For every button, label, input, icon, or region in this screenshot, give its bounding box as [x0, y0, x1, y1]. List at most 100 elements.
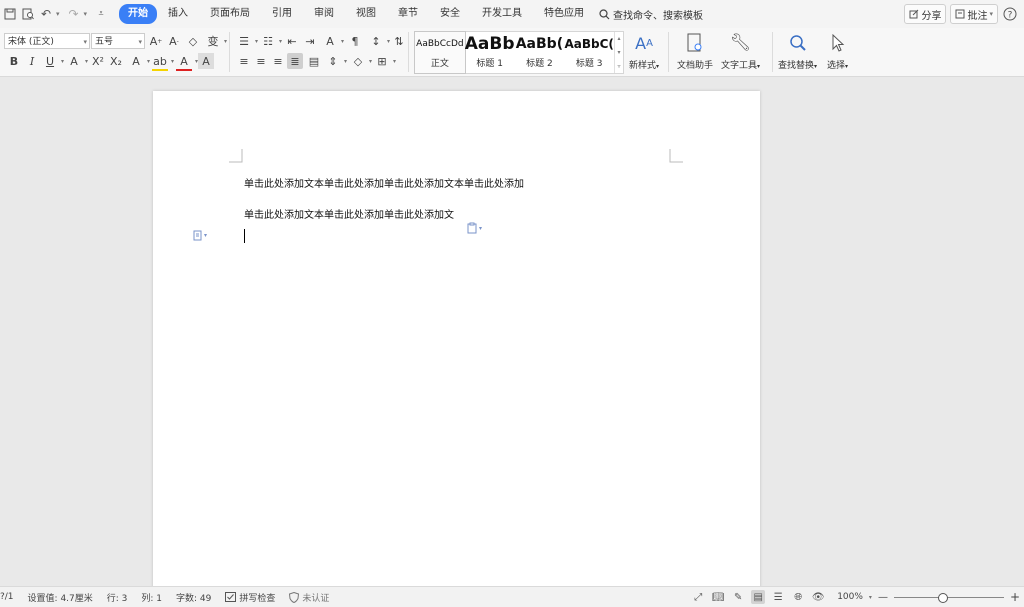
- zoom-level[interactable]: 100%: [837, 592, 863, 602]
- decrease-indent-icon[interactable]: ⇤: [284, 33, 300, 49]
- separator: [668, 32, 669, 72]
- undo-dropdown-icon[interactable]: ▾: [56, 10, 60, 18]
- word-count[interactable]: 字数: 49: [176, 591, 211, 604]
- zoom-slider-knob[interactable]: [938, 593, 949, 603]
- chevron-down-icon[interactable]: ▾: [869, 594, 872, 601]
- style-preview: AaBbC(: [564, 37, 614, 51]
- highlight-icon[interactable]: ab ▾: [152, 53, 174, 71]
- text-tools-button[interactable]: 🔧︎ 文字工具▾: [721, 32, 760, 71]
- pen-icon[interactable]: ✎: [731, 590, 745, 604]
- help-button[interactable]: ?: [1002, 5, 1018, 23]
- distributed-icon[interactable]: ▤: [306, 53, 322, 69]
- tab-security[interactable]: 安全: [429, 4, 471, 24]
- bold-icon[interactable]: B: [6, 53, 22, 69]
- italic-icon[interactable]: I: [24, 53, 40, 69]
- tab-chapter[interactable]: 章节: [387, 4, 429, 24]
- save-icon[interactable]: [2, 6, 18, 22]
- certification-status[interactable]: 未认证: [289, 591, 329, 604]
- paragraph[interactable]: 单击此处添加文本单击此处添加单击此处添加文: [244, 206, 454, 221]
- eye-protection-icon[interactable]: 👁︎: [811, 590, 825, 604]
- sort-icon[interactable]: ⇅: [391, 33, 407, 49]
- redo-dropdown-icon[interactable]: ▾: [84, 10, 88, 18]
- web-view-icon[interactable]: 🌐︎: [791, 590, 805, 604]
- tab-special-apps[interactable]: 特色应用: [533, 4, 595, 24]
- numbered-list-icon[interactable]: ☷ ▾: [260, 33, 282, 49]
- char-border-icon[interactable]: A ▾: [128, 53, 150, 69]
- style-normal[interactable]: AaBbCcDd 正文: [414, 31, 466, 74]
- phonetic-guide-icon[interactable]: 变 ▾: [205, 33, 228, 49]
- borders-icon[interactable]: ⊞ ▾: [374, 53, 396, 69]
- comment-button[interactable]: 批注 ▾: [950, 4, 998, 24]
- spell-check-button[interactable]: 拼写检查: [225, 591, 275, 604]
- superscript-icon[interactable]: X²: [90, 53, 106, 69]
- style-label: 标题 3: [575, 59, 603, 69]
- new-style-button[interactable]: AA 新样式▾: [629, 32, 659, 72]
- paragraph-layout-handle[interactable]: ▾: [193, 230, 207, 241]
- paragraph[interactable]: 单击此处添加文本单击此处添加单击此处添加文本单击此处添加: [244, 175, 524, 190]
- char-shading-icon[interactable]: A: [198, 53, 214, 69]
- style-heading-2[interactable]: AaBb( 标题 2: [515, 32, 565, 73]
- style-label: 标题 1: [476, 59, 503, 69]
- style-gallery-scroll[interactable]: ▴ ▾ ▿: [614, 32, 623, 73]
- style-heading-1[interactable]: AaBb 标题 1: [465, 32, 515, 73]
- tab-home[interactable]: 开始: [119, 4, 158, 24]
- print-preview-icon[interactable]: [20, 6, 36, 22]
- undo-icon[interactable]: ↶: [38, 6, 54, 22]
- customize-qa-icon[interactable]: ⩡: [93, 6, 109, 22]
- paste-options-button[interactable]: ▾: [467, 222, 482, 234]
- grow-font-icon[interactable]: A +: [148, 33, 164, 49]
- line-spacing-icon[interactable]: ↕ ▾: [368, 33, 390, 49]
- tab-view[interactable]: 视图: [345, 4, 387, 24]
- zoom-slider[interactable]: [893, 592, 1004, 603]
- style-heading-3[interactable]: AaBbC( 标题 3: [564, 32, 614, 73]
- font-name-select[interactable]: 宋体 (正文) ▾: [4, 33, 90, 49]
- expand-icon[interactable]: ▿: [618, 63, 621, 70]
- zoom-out-button[interactable]: —: [878, 592, 888, 603]
- align-left-icon[interactable]: ≡: [236, 53, 252, 69]
- chevron-down-icon[interactable]: ▾: [618, 49, 621, 56]
- shrink-font-icon[interactable]: A-: [166, 33, 182, 49]
- clipboard-icon: [467, 222, 477, 234]
- reading-view-icon[interactable]: 📖︎: [711, 590, 725, 604]
- chinese-layout-icon[interactable]: A ▾: [322, 33, 344, 49]
- justify-icon[interactable]: ≣: [287, 53, 303, 69]
- tab-review[interactable]: 审阅: [303, 4, 345, 24]
- subscript-icon[interactable]: X₂: [108, 53, 124, 69]
- tab-developer[interactable]: 开发工具: [471, 4, 533, 24]
- style-preview: AaBbCcDd: [416, 39, 464, 49]
- bullet-list-icon[interactable]: ☰ ▾: [236, 33, 258, 49]
- tab-insert[interactable]: 插入: [157, 4, 199, 24]
- wrench-icon: 🔧︎: [729, 33, 752, 53]
- chevron-up-icon[interactable]: ▴: [618, 35, 621, 42]
- align-center-icon[interactable]: ≡: [253, 53, 269, 69]
- page-indicator[interactable]: ?/1: [0, 592, 14, 602]
- command-search[interactable]: 查找命令、搜索模板: [599, 7, 703, 22]
- page-view-icon[interactable]: ▤: [751, 590, 766, 604]
- underline-icon[interactable]: U ▾: [42, 53, 64, 69]
- new-style-icon: AA: [635, 33, 653, 53]
- row-indicator: 行: 3: [106, 593, 128, 604]
- show-hide-icon[interactable]: ¶: [347, 33, 363, 49]
- zoom-in-button[interactable]: +: [1010, 590, 1020, 604]
- select-button[interactable]: 选择▾: [827, 32, 848, 71]
- outline-view-icon[interactable]: ☰: [771, 590, 785, 604]
- paragraph-spacing-icon[interactable]: ⇕ ▾: [325, 53, 347, 69]
- tab-page-layout[interactable]: 页面布局: [199, 4, 261, 24]
- text-effect-icon[interactable]: A ▾: [66, 53, 88, 69]
- shading-icon[interactable]: ◇ ▾: [350, 53, 372, 69]
- doc-helper-button[interactable]: 文档助手: [677, 32, 713, 71]
- font-color-icon[interactable]: A ▾: [176, 53, 198, 71]
- clear-format-icon[interactable]: ◇: [185, 33, 201, 49]
- font-size-select[interactable]: 五号 ▾: [91, 33, 145, 49]
- tab-references[interactable]: 引用: [261, 4, 303, 24]
- style-label: 正文: [430, 59, 449, 69]
- fullscreen-icon[interactable]: ⤢: [691, 590, 705, 604]
- increase-indent-icon[interactable]: ⇥: [302, 33, 318, 49]
- align-right-icon[interactable]: ≡: [270, 53, 286, 69]
- document-page[interactable]: 单击此处添加文本单击此处添加单击此处添加文本单击此处添加 单击此处添加文本单击此…: [153, 91, 760, 607]
- spell-check-icon: [225, 592, 237, 602]
- font-size-value: 五号: [95, 37, 114, 47]
- redo-icon[interactable]: ↷: [66, 6, 82, 22]
- find-replace-button[interactable]: 查找替换▾: [778, 32, 817, 71]
- share-button[interactable]: 分享: [904, 4, 947, 24]
